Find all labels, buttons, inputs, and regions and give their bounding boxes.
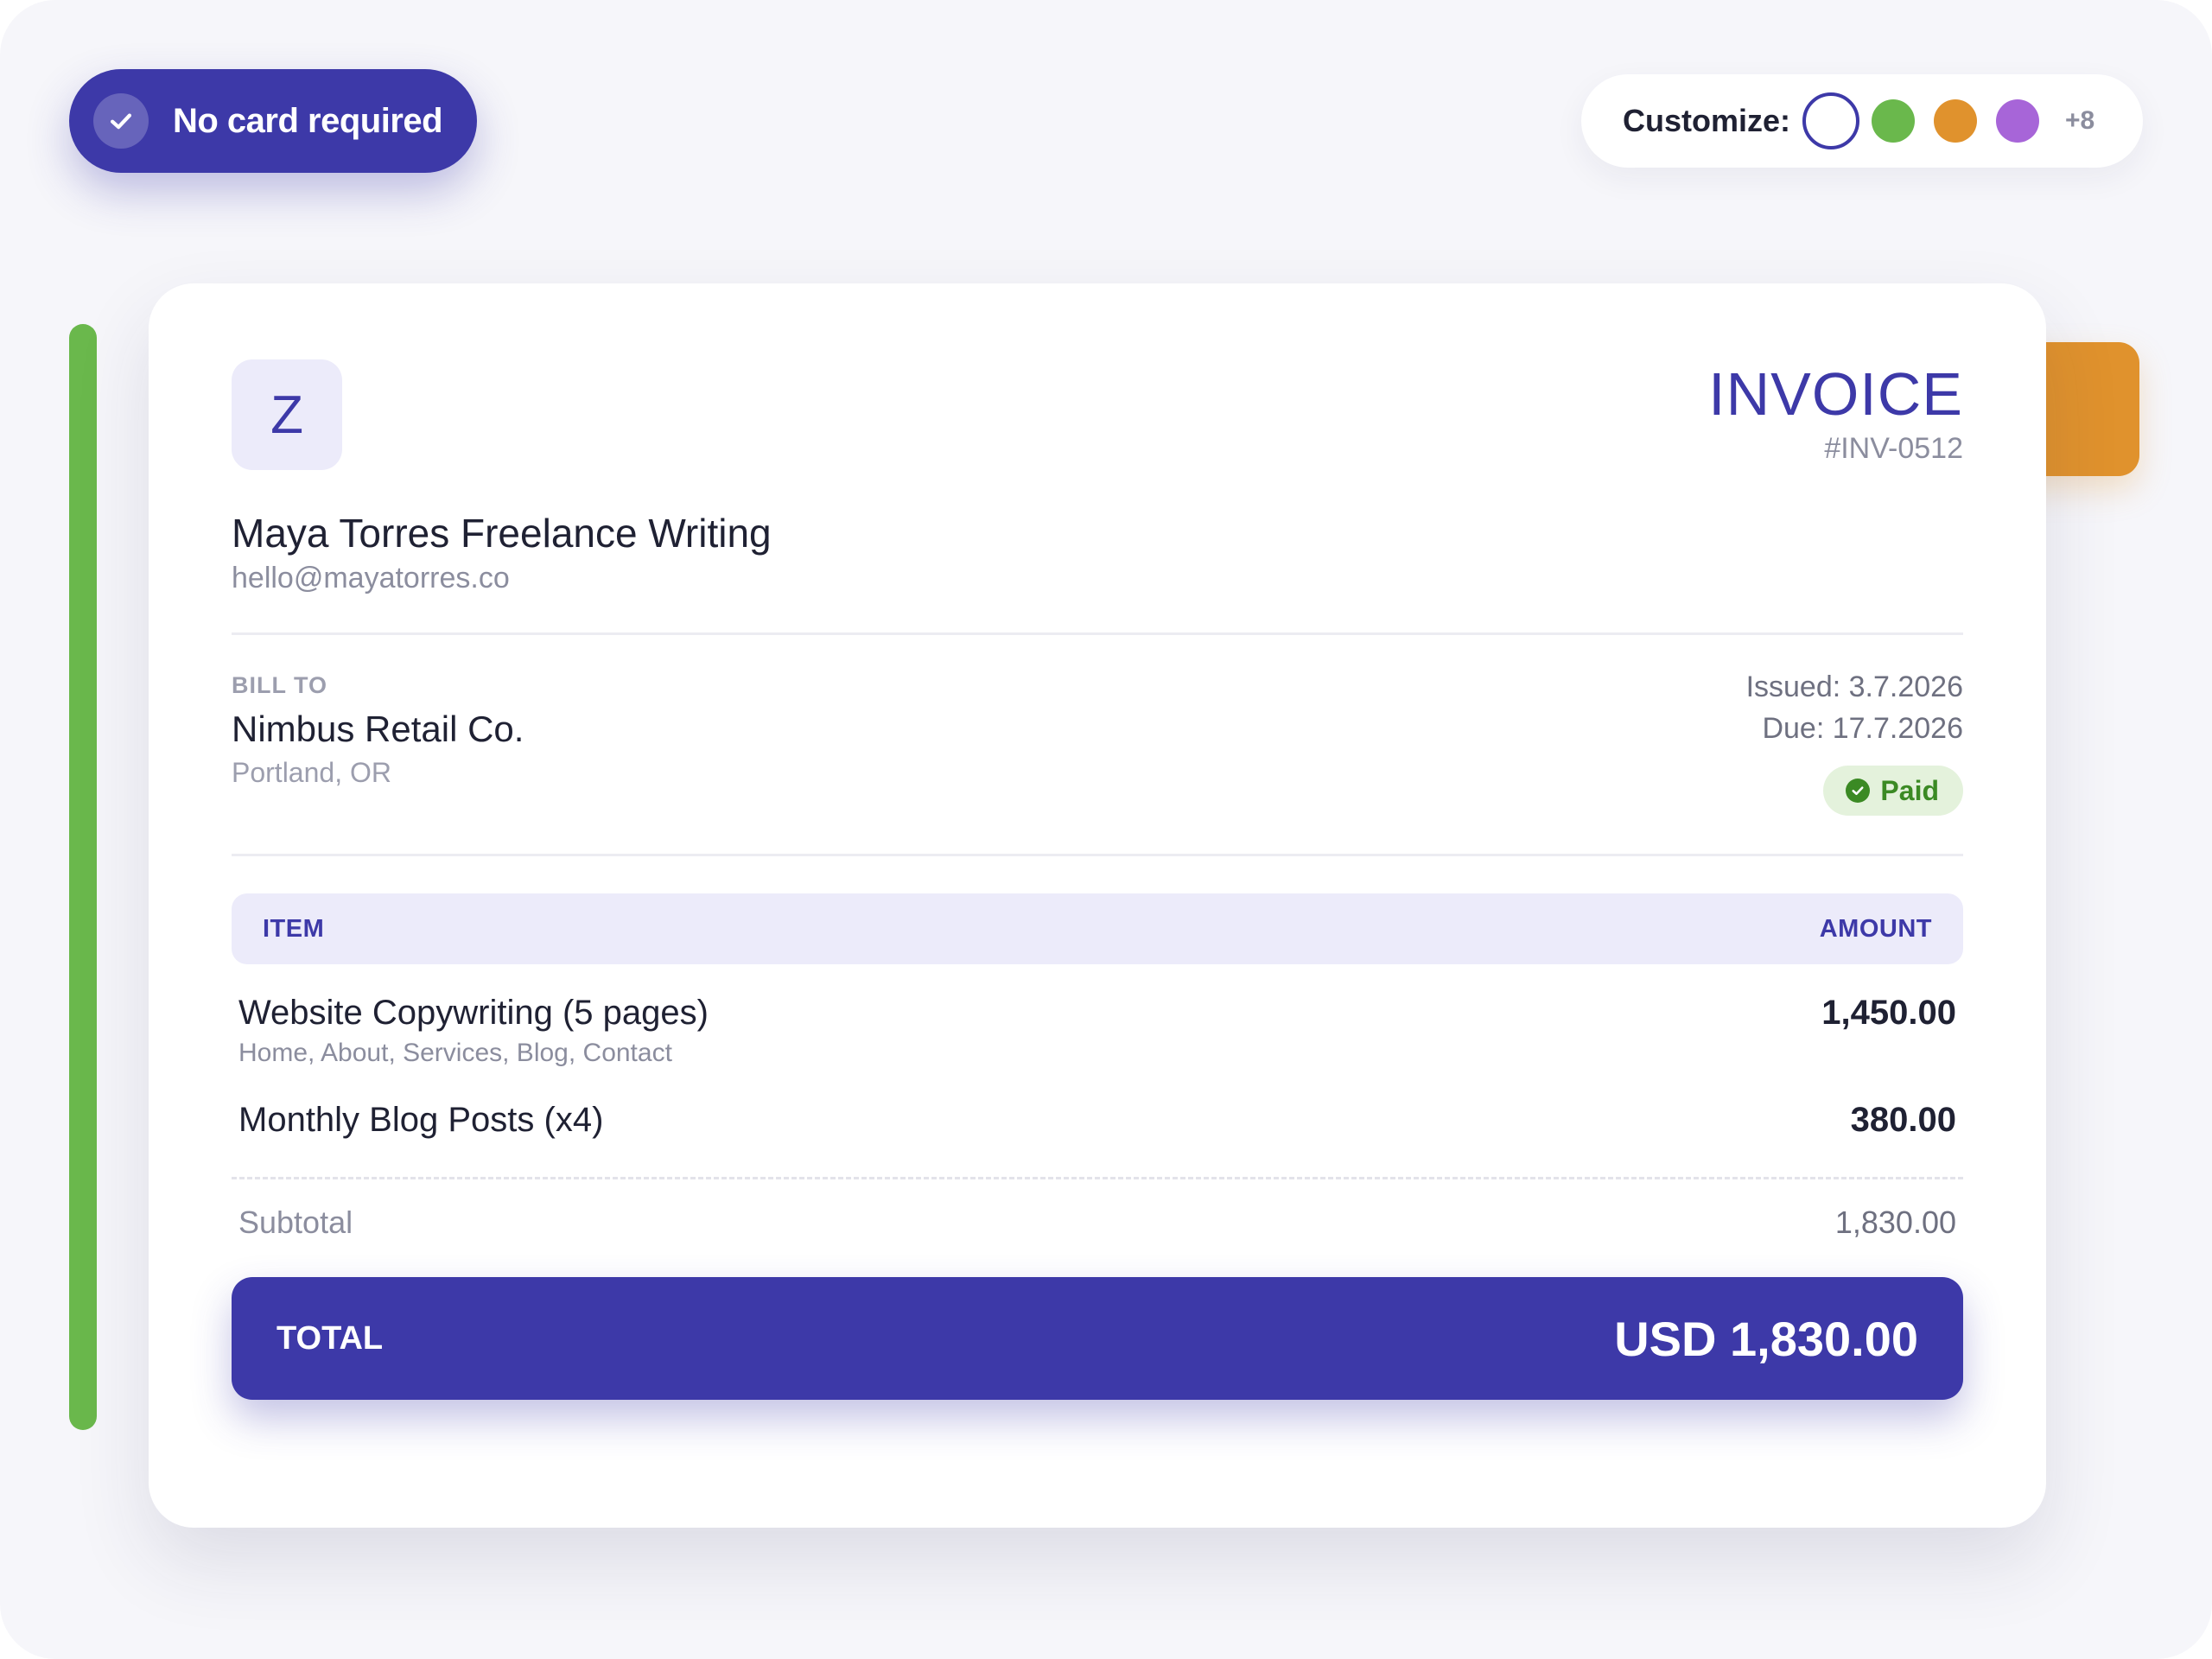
- check-icon: [93, 93, 149, 149]
- total-label: TOTAL: [276, 1319, 384, 1357]
- item-title: Website Copywriting (5 pages): [238, 994, 709, 1032]
- table-header: ITEM AMOUNT: [232, 893, 1963, 964]
- total-value: USD 1,830.00: [1614, 1311, 1918, 1366]
- item-description: Home, About, Services, Blog, Contact: [238, 1039, 672, 1067]
- divider: [232, 632, 1963, 635]
- client-location: Portland, OR: [232, 757, 391, 788]
- more-swatches-button[interactable]: +8: [2065, 106, 2094, 136]
- customize-panel: Customize: +8: [1581, 74, 2143, 168]
- accent-bar-green: [69, 324, 97, 1430]
- divider: [232, 854, 1963, 856]
- item-amount: 380.00: [1850, 1101, 1956, 1139]
- no-card-badge: No card required: [69, 69, 477, 173]
- swatch-indigo[interactable]: [1802, 92, 1860, 149]
- invoice-title: INVOICE: [1708, 360, 1963, 428]
- invoice-number: #INV-0512: [1824, 432, 1963, 465]
- column-header-item: ITEM: [263, 914, 325, 943]
- swatch-orange[interactable]: [1934, 99, 1978, 143]
- total-bar: TOTAL USD 1,830.00: [232, 1277, 1963, 1400]
- customize-label: Customize:: [1623, 103, 1791, 138]
- page-background: No card required Customize: +8 Z Maya To…: [0, 0, 2212, 1659]
- column-header-amount: AMOUNT: [1819, 914, 1932, 943]
- check-circle-icon: [1846, 779, 1871, 803]
- status-label: Paid: [1880, 774, 1939, 806]
- business-name: Maya Torres Freelance Writing: [232, 511, 772, 556]
- dashed-divider: [232, 1177, 1963, 1179]
- bill-to-label: BILL TO: [232, 672, 328, 698]
- item-title: Monthly Blog Posts (x4): [238, 1101, 604, 1139]
- status-badge: Paid: [1823, 766, 1963, 816]
- item-amount: 1,450.00: [1821, 994, 1956, 1032]
- business-logo: Z: [232, 359, 342, 470]
- badge-label: No card required: [173, 101, 443, 140]
- due-date: Due: 17.7.2026: [1762, 712, 1963, 745]
- invoice-card: Z Maya Torres Freelance Writing hello@ma…: [149, 283, 2046, 1528]
- subtotal-value: 1,830.00: [1834, 1205, 1956, 1240]
- issued-date: Issued: 3.7.2026: [1745, 671, 1963, 703]
- business-email: hello@mayatorres.co: [232, 562, 510, 594]
- subtotal-label: Subtotal: [238, 1205, 353, 1240]
- swatch-purple[interactable]: [1996, 99, 2040, 143]
- swatch-green[interactable]: [1872, 99, 1916, 143]
- client-name: Nimbus Retail Co.: [232, 709, 524, 749]
